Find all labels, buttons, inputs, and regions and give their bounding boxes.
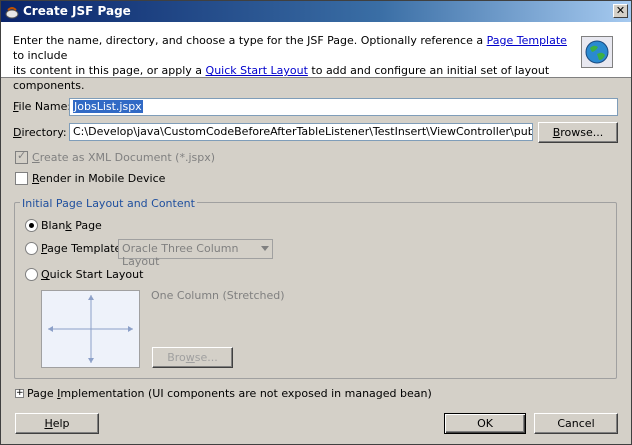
button-text: rowse... xyxy=(560,126,604,139)
header-text-3: its content in this page, or apply a xyxy=(13,64,206,77)
cancel-button[interactable]: Cancel xyxy=(534,413,618,434)
file-name-input[interactable]: JobsList.jspx xyxy=(69,98,618,116)
mnemonic: Q xyxy=(41,268,50,281)
label-text: irectory: xyxy=(21,126,67,139)
jdeveloper-cup-icon xyxy=(5,7,19,19)
label-text: Page xyxy=(71,219,102,232)
label-text: mplementation xyxy=(60,387,145,400)
mobile-device-checkbox[interactable] xyxy=(15,172,28,185)
xml-document-label: Create as XML Document (*.jspx) xyxy=(32,151,215,164)
mnemonic: H xyxy=(44,417,53,430)
window-title: Create JSF Page xyxy=(23,4,131,18)
directory-input[interactable]: C:\Develop\java\CustomCodeBeforeAfterTab… xyxy=(69,123,533,141)
directory-label: Directory: xyxy=(13,126,67,139)
button-text: se... xyxy=(194,351,218,364)
page-template-radio[interactable] xyxy=(25,242,38,255)
label-text: age Template xyxy=(47,242,122,255)
quick-start-label: Quick Start Layout xyxy=(41,268,143,281)
page-implementation-label[interactable]: Page Implementation (UI components are n… xyxy=(27,387,432,400)
file-name-label: File Name: xyxy=(13,100,71,113)
mobile-device-label: Render in Mobile Device xyxy=(32,172,165,185)
xml-document-checkbox[interactable] xyxy=(15,149,28,164)
help-button[interactable]: Help xyxy=(15,413,99,434)
chevron-down-icon xyxy=(261,246,269,251)
button-text: Bro xyxy=(167,351,186,364)
create-jsf-page-dialog: Create JSF Page ✕ Enter the name, direct… xyxy=(0,0,632,445)
label-text: reate as XML Document (*.jspx) xyxy=(39,151,216,164)
globe-icon xyxy=(581,36,613,68)
layout-name: One Column (Stretched) xyxy=(151,289,285,302)
label-text: Page xyxy=(27,387,58,400)
ok-button[interactable]: OK xyxy=(444,413,526,434)
quick-start-radio[interactable] xyxy=(25,268,38,281)
label-text: ender in Mobile Device xyxy=(39,172,166,185)
layout-preview xyxy=(41,290,140,368)
blank-page-label: Blank Page xyxy=(41,219,102,232)
page-template-link[interactable]: Page Template xyxy=(487,34,567,47)
quick-start-layout-link[interactable]: Quick Start Layout xyxy=(206,64,308,77)
label-text: uick Start Layout xyxy=(49,268,144,281)
button-text: elp xyxy=(52,417,70,430)
browse-layout-button[interactable]: Browse... xyxy=(152,347,233,368)
header-panel: Enter the name, directory, and choose a … xyxy=(1,22,631,92)
directory-value: C:\Develop\java\CustomCodeBeforeAfterTab… xyxy=(73,125,533,138)
header-text-2: to include xyxy=(13,49,68,62)
initial-layout-group-title: Initial Page Layout and Content xyxy=(20,197,197,210)
close-button[interactable]: ✕ xyxy=(613,4,628,18)
label-text: ile Name: xyxy=(18,100,72,113)
mnemonic: C xyxy=(32,151,40,164)
page-template-label: Page Template xyxy=(41,242,121,255)
stretch-arrows-icon xyxy=(42,291,139,367)
header-description: Enter the name, directory, and choose a … xyxy=(13,33,568,93)
browse-directory-button[interactable]: Browse... xyxy=(538,122,618,143)
mnemonic: w xyxy=(185,351,195,364)
implementation-note: (UI components are not exposed in manage… xyxy=(144,387,432,400)
blank-page-radio[interactable] xyxy=(25,219,38,232)
header-text-1: Enter the name, directory, and choose a … xyxy=(13,34,487,47)
title-bar[interactable]: Create JSF Page ✕ xyxy=(1,1,631,22)
label-text: Blan xyxy=(41,219,66,232)
expand-plus-icon[interactable]: + xyxy=(15,389,24,398)
file-name-value: JobsList.jspx xyxy=(73,100,143,113)
page-template-combo[interactable]: Oracle Three Column Layout xyxy=(118,239,273,268)
